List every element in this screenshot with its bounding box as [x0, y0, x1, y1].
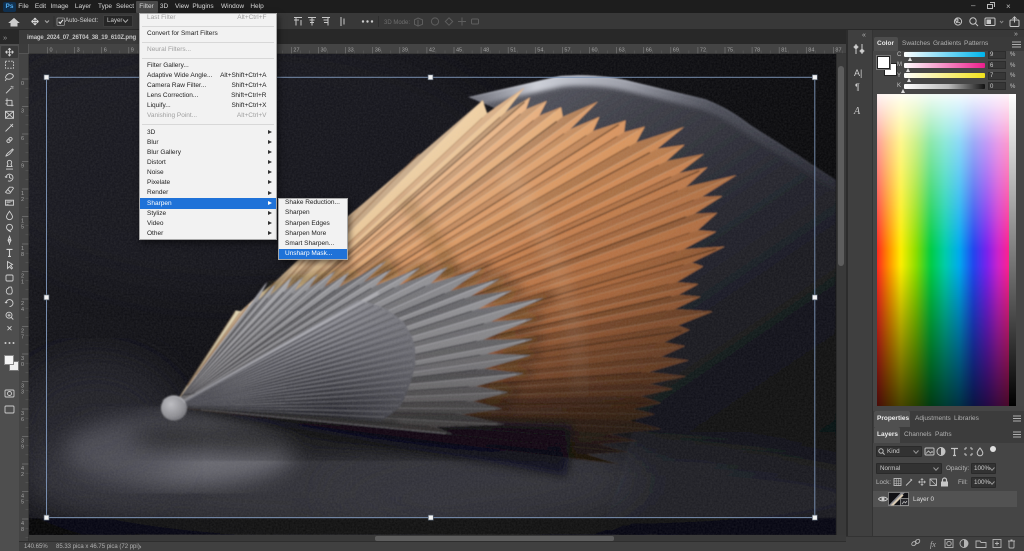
svg-text:39: 39	[402, 48, 408, 54]
svg-text:8: 8	[21, 252, 24, 258]
svg-text:42: 42	[429, 48, 435, 54]
svg-text:6: 6	[21, 417, 24, 423]
svg-text:33: 33	[348, 48, 354, 54]
svg-text:8: 8	[21, 527, 24, 533]
svg-text:30: 30	[321, 48, 327, 54]
svg-text:2: 2	[21, 472, 24, 478]
svg-text:78: 78	[754, 48, 760, 54]
svg-text:6: 6	[21, 136, 24, 142]
svg-text:72: 72	[700, 48, 706, 54]
svg-text:66: 66	[646, 48, 652, 54]
svg-text:5: 5	[21, 225, 24, 231]
svg-text:0: 0	[21, 81, 24, 87]
svg-text:0: 0	[50, 48, 53, 54]
svg-text:60: 60	[592, 48, 598, 54]
svg-text:5: 5	[21, 500, 24, 506]
svg-text:3: 3	[21, 390, 24, 396]
svg-text:4: 4	[21, 307, 24, 313]
svg-text:3: 3	[77, 48, 80, 54]
svg-text:75: 75	[727, 48, 733, 54]
svg-text:A: A	[853, 106, 861, 117]
svg-text:3D Mode:: 3D Mode:	[384, 20, 410, 26]
svg-text:9: 9	[21, 445, 24, 451]
svg-text:69: 69	[673, 48, 679, 54]
svg-text:81: 81	[781, 48, 787, 54]
svg-text:57: 57	[564, 48, 570, 54]
svg-text:84: 84	[808, 48, 814, 54]
svg-text:fx: fx	[930, 540, 936, 549]
svg-text:6: 6	[104, 48, 107, 54]
svg-text:45: 45	[456, 48, 462, 54]
svg-text:7: 7	[21, 335, 24, 341]
svg-text:3: 3	[21, 109, 24, 115]
svg-text:A|: A|	[854, 68, 862, 78]
svg-text:27: 27	[293, 48, 299, 54]
svg-text:2: 2	[21, 197, 24, 203]
svg-text:54: 54	[537, 48, 543, 54]
svg-text:9: 9	[21, 164, 24, 170]
svg-text:87: 87	[835, 48, 841, 54]
svg-text:¶: ¶	[855, 82, 860, 92]
svg-text:1: 1	[21, 280, 24, 286]
svg-text:48: 48	[483, 48, 489, 54]
svg-text:9: 9	[131, 48, 134, 54]
svg-text:63: 63	[619, 48, 625, 54]
svg-text:0: 0	[21, 362, 24, 368]
svg-text:36: 36	[375, 48, 381, 54]
svg-text:51: 51	[510, 48, 516, 54]
